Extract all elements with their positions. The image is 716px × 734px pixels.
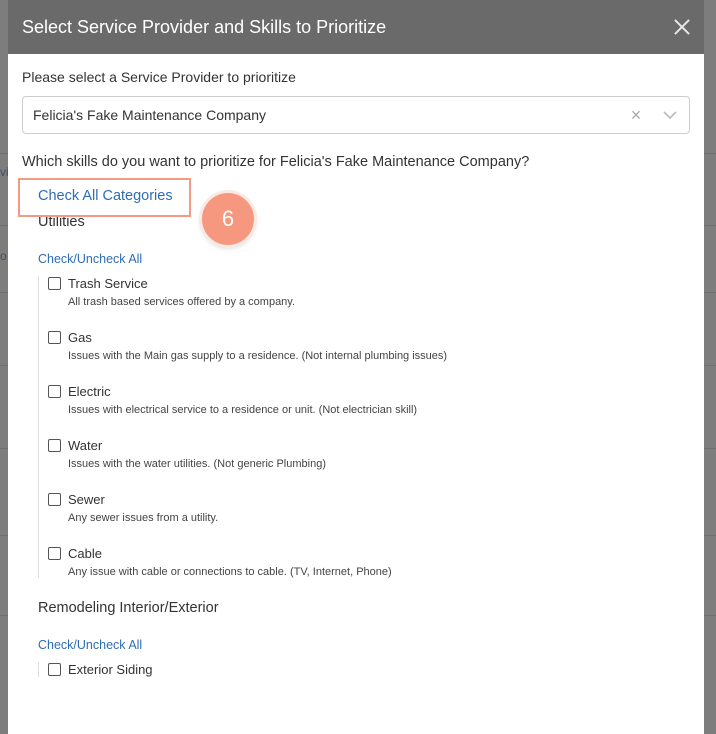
skill-name: Trash Service [68,276,148,291]
clear-icon[interactable]: × [621,105,651,126]
skill-description: Issues with the Main gas supply to a res… [68,350,448,362]
skill-description: Issues with electrical service to a resi… [68,404,418,416]
skill-name: Electric [68,384,111,399]
skill-item: Water Issues with the water utilities. (… [48,438,690,470]
skill-checkbox[interactable] [48,331,61,344]
skill-name: Water [68,438,103,453]
skill-name: Gas [68,330,92,345]
skill-list: Exterior Siding [38,662,690,677]
skill-name: Cable [68,546,102,561]
close-icon[interactable] [672,17,692,37]
check-uncheck-all-link[interactable]: Check/Uncheck All [38,638,690,652]
modal-header: Select Service Provider and Skills to Pr… [8,0,704,54]
provider-select-value: Felicia's Fake Maintenance Company [33,107,267,123]
skill-item: Cable Any issue with cable or connection… [48,546,690,578]
skill-description: All trash based services offered by a co… [68,296,296,308]
check-all-categories-link[interactable]: Check All Categories [38,188,173,204]
tutorial-step-badge: 6 [202,193,254,245]
skill-checkbox[interactable] [48,663,61,676]
check-uncheck-all-link[interactable]: Check/Uncheck All [38,252,690,266]
skill-description: Any sewer issues from a utility. [68,512,219,524]
skill-checkbox[interactable] [48,493,61,506]
skills-question: Which skills do you want to prioritize f… [22,154,530,170]
skill-checkbox[interactable] [48,385,61,398]
skill-item: Exterior Siding [48,662,690,677]
skill-checkbox[interactable] [48,277,61,290]
chevron-down-icon[interactable] [651,110,689,120]
skill-item: Sewer Any sewer issues from a utility. [48,492,690,524]
category-title: Remodeling Interior/Exterior [38,600,219,616]
provider-label: Please select a Service Provider to prio… [22,69,296,85]
skill-checkbox[interactable] [48,439,61,452]
modal-title: Select Service Provider and Skills to Pr… [22,16,387,37]
bg-text-fragment: o [0,249,7,263]
skill-item: Trash Service All trash based services o… [48,276,690,308]
check-all-area: Check All Categories 6 [18,170,690,245]
skill-list: Trash Service All trash based services o… [38,276,690,578]
skill-item: Electric Issues with electrical service … [48,384,690,416]
skill-name: Sewer [68,492,105,507]
skill-checkbox[interactable] [48,547,61,560]
skill-description: Issues with the water utilities. (Not ge… [68,458,326,470]
modal-body: Please select a Service Provider to prio… [8,69,704,677]
skill-description: Any issue with cable or connections to c… [68,566,392,578]
prioritize-modal: Select Service Provider and Skills to Pr… [8,0,704,734]
skill-name: Exterior Siding [68,662,153,677]
skill-item: Gas Issues with the Main gas supply to a… [48,330,690,362]
provider-select[interactable]: Felicia's Fake Maintenance Company × [22,96,690,134]
